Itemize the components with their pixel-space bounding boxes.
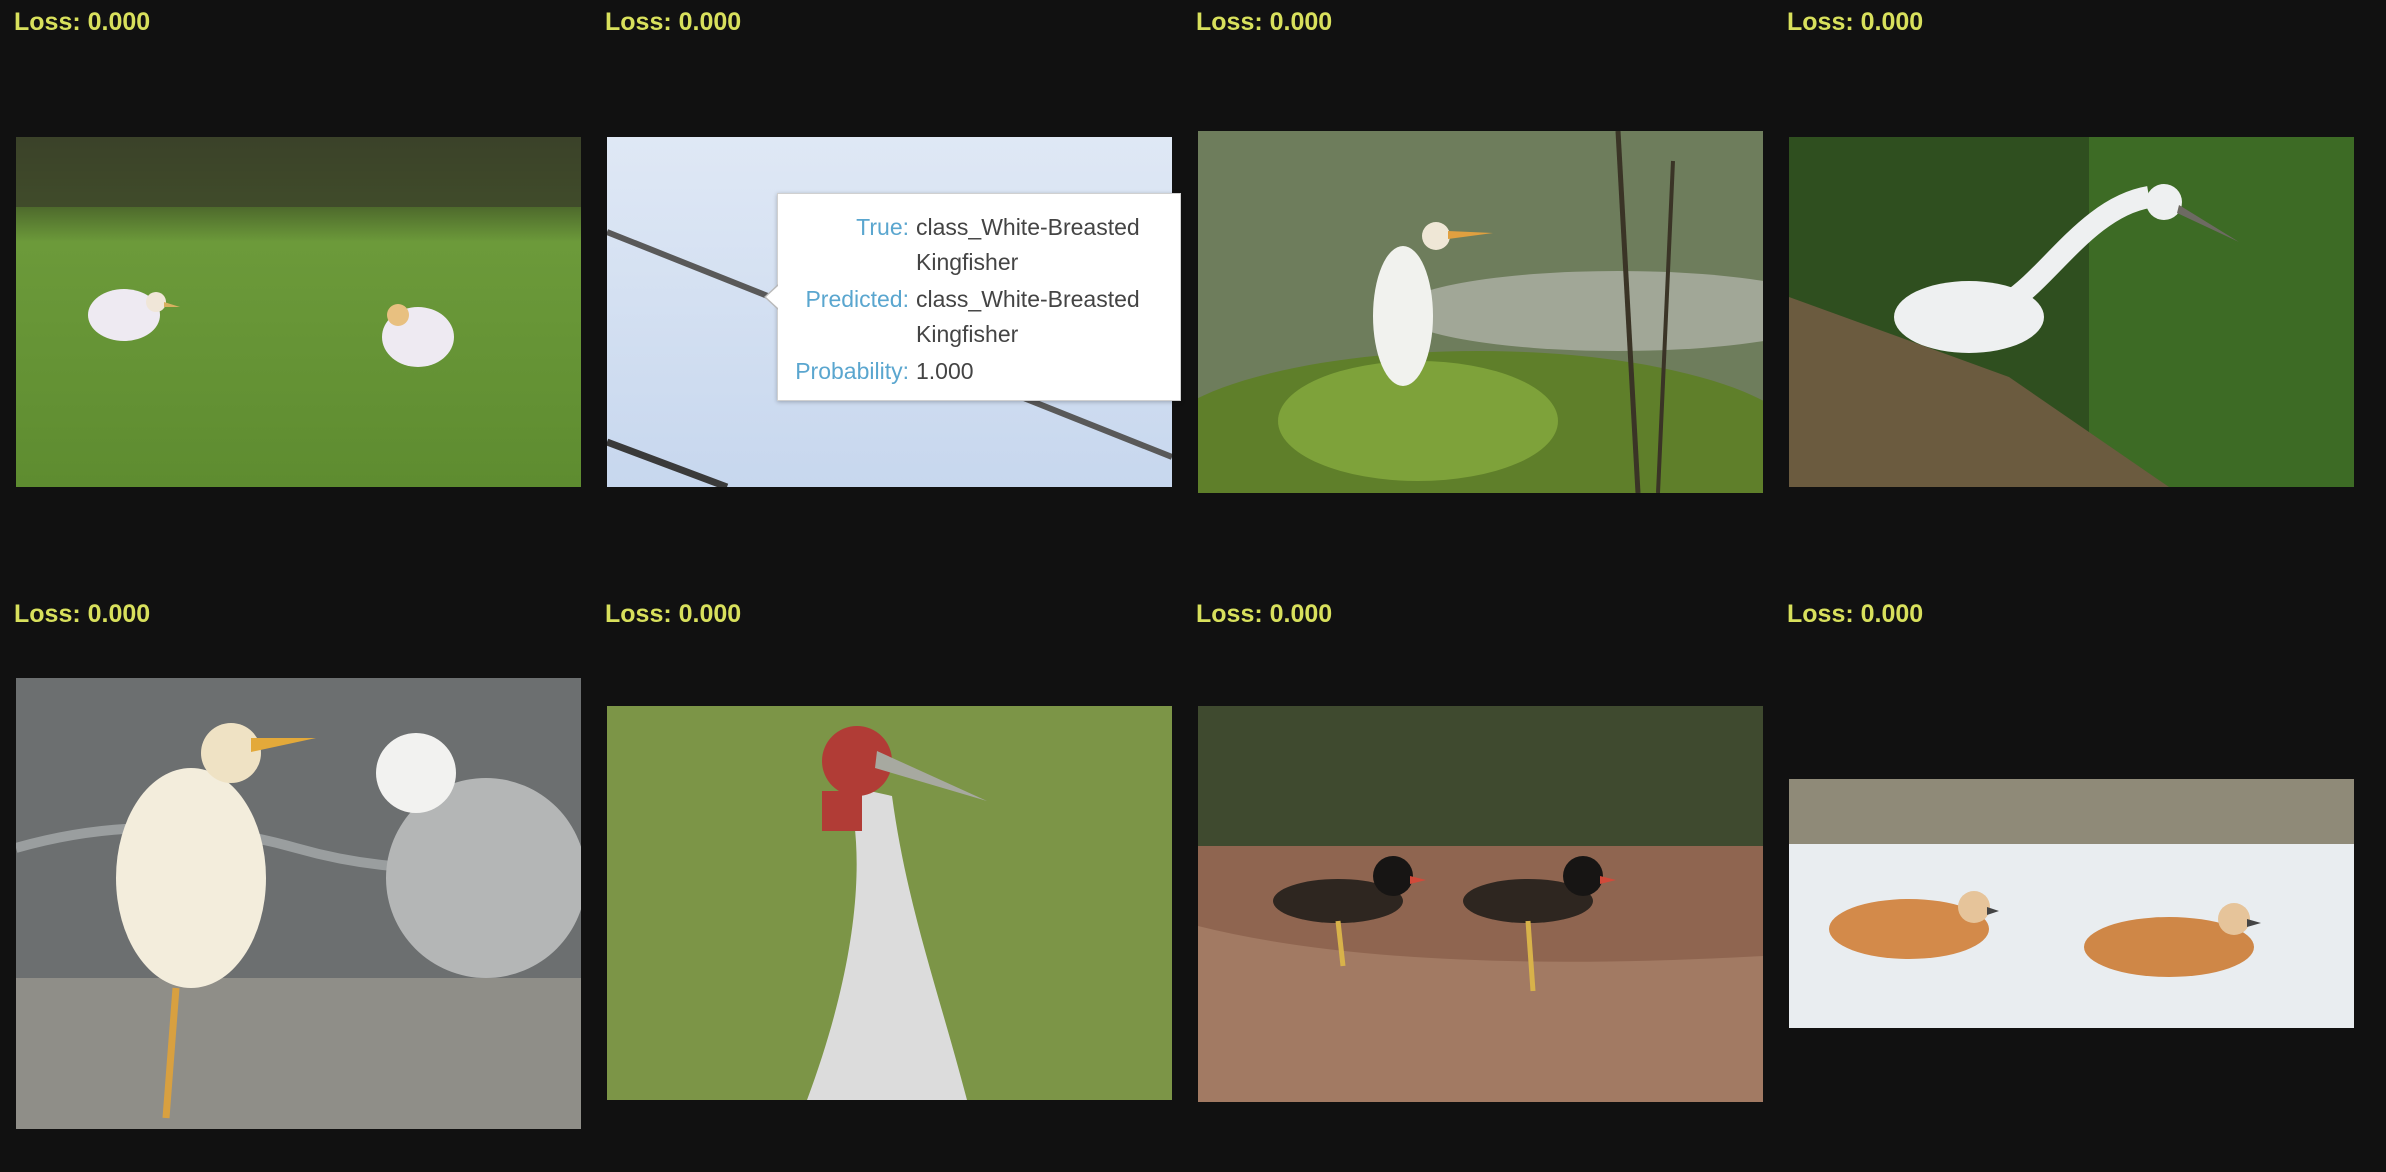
bird-photo[interactable] — [16, 137, 581, 487]
result-card[interactable]: Loss: 0.000 — [1196, 0, 1763, 500]
loss-label: Loss: 0.000 — [14, 600, 151, 628]
loss-label: Loss: 0.000 — [1787, 8, 1924, 36]
bird-photo[interactable] — [1198, 131, 1763, 493]
results-grid: Loss: 0.000 Loss: 0.000 Loss: 0.000 Loss… — [0, 0, 2386, 1172]
loss-label: Loss: 0.000 — [605, 600, 742, 628]
probability-value: 1.000 — [916, 358, 974, 384]
bird-photo[interactable] — [1789, 137, 2354, 487]
true-value: class_White-Breasted Kingfisher — [916, 214, 1140, 275]
true-label: True: — [856, 214, 909, 240]
loss-label: Loss: 0.000 — [605, 8, 742, 36]
bird-photo[interactable] — [16, 678, 581, 1129]
result-card[interactable]: Loss: 0.000 — [14, 0, 581, 500]
loss-label: Loss: 0.000 — [14, 8, 151, 36]
probability-label: Probability: — [795, 358, 909, 384]
result-card[interactable]: Loss: 0.000 — [605, 592, 1172, 1172]
loss-label: Loss: 0.000 — [1196, 600, 1333, 628]
bird-photo[interactable] — [1789, 779, 2354, 1028]
predicted-label: Predicted: — [805, 286, 909, 312]
result-card[interactable]: Loss: 0.000 — [1787, 592, 2354, 1172]
loss-label: Loss: 0.000 — [1196, 8, 1333, 36]
loss-label: Loss: 0.000 — [1787, 600, 1924, 628]
predicted-value: class_White-Breasted Kingfisher — [916, 286, 1140, 347]
result-card[interactable]: Loss: 0.000 — [14, 592, 581, 1172]
prediction-tooltip: True: class_White-Breasted Kingfisher Pr… — [764, 193, 1181, 401]
result-card[interactable]: Loss: 0.000 — [1787, 0, 2354, 500]
bird-photo[interactable] — [607, 706, 1172, 1100]
bird-photo[interactable] — [1198, 706, 1763, 1102]
result-card[interactable]: Loss: 0.000 — [1196, 592, 1763, 1172]
